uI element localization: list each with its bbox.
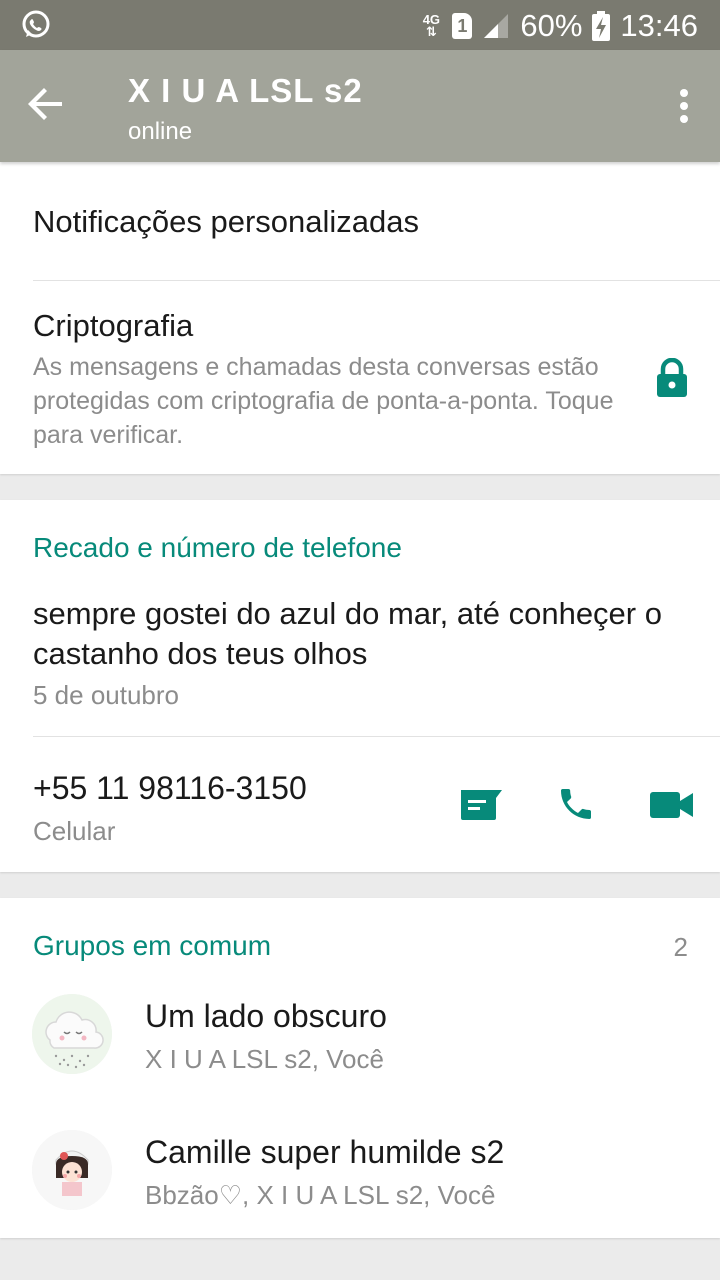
custom-notifications-item[interactable]: Notificações personalizadas [33, 204, 419, 240]
sim-icon: 1 [452, 13, 473, 39]
encryption-description: As mensagens e chamadas desta conversas … [33, 353, 614, 449]
group-name[interactable]: Camille super humilde s2 [145, 1134, 504, 1171]
divider [33, 280, 720, 281]
network-type-icon: 4G ⇅ [422, 12, 441, 39]
groups-count: 2 [673, 932, 688, 962]
group-avatar[interactable] [32, 1130, 112, 1210]
voice-call-icon[interactable] [556, 784, 596, 824]
message-icon[interactable] [458, 788, 504, 822]
cloud-avatar-image [32, 994, 112, 1074]
contact-name[interactable]: X I U A LSL s2 [128, 72, 363, 110]
video-call-icon[interactable] [650, 790, 694, 820]
about-status: sempre gostei do azul do mar, até conheç… [33, 596, 662, 671]
group-name[interactable]: Um lado obscuro [145, 998, 387, 1035]
groups-section-title: Grupos em comum [33, 930, 272, 961]
about-card: Recado e número de telefone sempre goste… [0, 500, 720, 872]
about-section-title: Recado e número de telefone [33, 532, 402, 563]
battery-percent: 60% [520, 8, 583, 43]
back-arrow-icon[interactable] [26, 84, 66, 124]
phone-type: Celular [33, 816, 116, 846]
clock: 13:46 [620, 8, 698, 43]
status-bar: 4G ⇅ 1 60% 13:46 [0, 0, 720, 50]
encryption-item[interactable]: Criptografia [33, 308, 193, 344]
group-members: Bbzão♡, X I U A LSL s2, Você [145, 1180, 496, 1210]
signal-icon [484, 14, 509, 38]
groups-card: Grupos em comum 2 Um lado obscuro X I U … [0, 898, 720, 1238]
divider [33, 736, 720, 737]
group-avatar[interactable] [32, 994, 112, 1074]
settings-card: Notificações personalizadas Criptografia… [0, 162, 720, 474]
group-members: X I U A LSL s2, Você [145, 1044, 384, 1074]
lock-icon[interactable] [654, 358, 690, 398]
more-options-icon[interactable] [678, 88, 690, 124]
phone-number[interactable]: +55 11 98116-3150 [33, 770, 307, 807]
battery-charging-icon [592, 11, 611, 41]
about-status-date: 5 de outubro [33, 680, 180, 710]
app-bar: X I U A LSL s2 online [0, 50, 720, 162]
girl-avatar-image [32, 1130, 112, 1210]
whatsapp-notification-icon [22, 10, 50, 38]
contact-presence: online [128, 118, 193, 145]
